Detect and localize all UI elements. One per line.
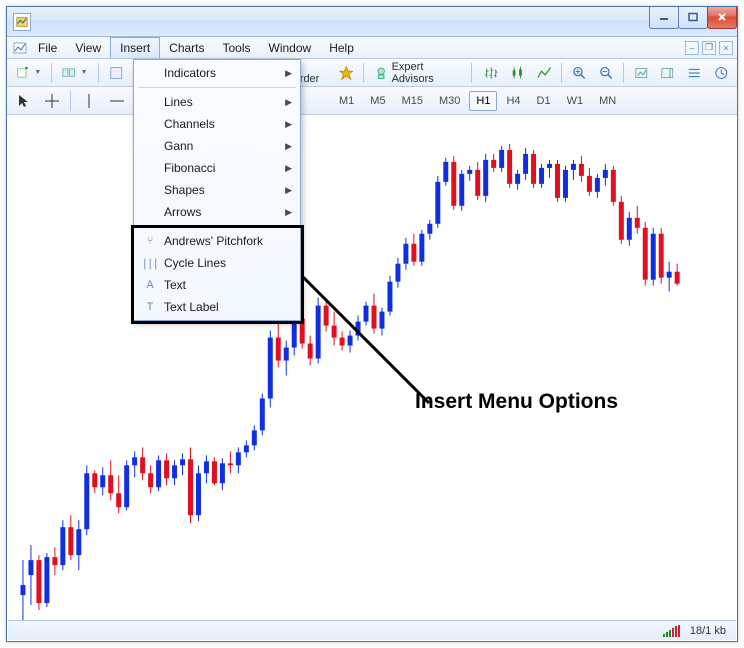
child-restore-icon[interactable]: ❐: [702, 41, 716, 55]
submenu-arrow-icon: ▶: [285, 97, 292, 108]
zoom-in-button[interactable]: [567, 62, 592, 84]
child-minimize-icon[interactable]: –: [685, 41, 699, 55]
market-watch-button[interactable]: [104, 62, 129, 84]
child-window-buttons: – ❐ ×: [685, 37, 737, 58]
menu-item-andrews-pitchfork[interactable]: ⑂Andrews' Pitchfork: [136, 230, 298, 252]
new-chart-button[interactable]: ▼: [11, 62, 46, 84]
indicators-list-button[interactable]: [682, 62, 707, 84]
separator: [98, 63, 99, 83]
vertical-line-button[interactable]: [76, 90, 102, 112]
menu-separator: [138, 87, 296, 88]
separator: [471, 63, 472, 83]
profiles-button[interactable]: ▼: [57, 62, 92, 84]
price-chart[interactable]: [8, 116, 736, 620]
timeframe-mn[interactable]: MN: [592, 91, 623, 111]
crosshair-button[interactable]: [39, 90, 65, 112]
menu-item-indicators[interactable]: Indicators▶: [136, 62, 298, 84]
annotation-text: Insert Menu Options: [415, 390, 618, 414]
timeframe-w1[interactable]: W1: [560, 91, 591, 111]
app-window: File View Insert Charts Tools Window Hel…: [6, 6, 738, 642]
submenu-arrow-icon: ▶: [285, 185, 292, 196]
menubar: File View Insert Charts Tools Window Hel…: [7, 37, 737, 59]
horizontal-line-button[interactable]: [104, 90, 130, 112]
menu-window[interactable]: Window: [260, 37, 321, 58]
submenu-arrow-icon: ▶: [285, 68, 292, 79]
timeframe-m30[interactable]: M30: [432, 91, 467, 111]
menu-item-shapes[interactable]: Shapes▶: [136, 179, 298, 201]
menu-item-gann[interactable]: Gann▶: [136, 135, 298, 157]
connection-bars-icon: [663, 625, 680, 637]
menu-insert[interactable]: Insert: [110, 37, 160, 58]
menu-item-text[interactable]: AText: [136, 274, 298, 296]
timeframe-h4[interactable]: H4: [499, 91, 527, 111]
minimize-button[interactable]: [649, 7, 679, 29]
separator: [51, 63, 52, 83]
menu-item-text-label[interactable]: TText Label: [136, 296, 298, 318]
insert-menu-dropdown: Indicators▶ Lines▶ Channels▶ Gann▶ Fibon…: [133, 59, 301, 321]
text-label-icon: T: [142, 301, 158, 313]
menu-file[interactable]: File: [29, 37, 66, 58]
timeframe-m1[interactable]: M1: [332, 91, 361, 111]
toolbar-objects: M1 M5 M15 M30 H1 H4 D1 W1 MN: [7, 87, 737, 115]
child-close-icon[interactable]: ×: [719, 41, 733, 55]
text-icon: A: [142, 279, 158, 291]
separator: [623, 63, 624, 83]
timeframe-m15[interactable]: M15: [395, 91, 430, 111]
cycle-lines-icon: ∣∣∣: [142, 257, 158, 270]
submenu-arrow-icon: ▶: [285, 163, 292, 174]
chart-shift-button[interactable]: [655, 62, 680, 84]
bar-chart-button[interactable]: [479, 62, 504, 84]
zoom-out-button[interactable]: [594, 62, 619, 84]
separator: [363, 63, 364, 83]
submenu-arrow-icon: ▶: [285, 207, 292, 218]
connection-rate: 18/1 kb: [690, 625, 726, 637]
expert-advisors-label: Expert Advisors: [392, 61, 461, 85]
menu-item-arrows[interactable]: Arrows▶: [136, 201, 298, 223]
statusbar: 18/1 kb: [8, 620, 736, 640]
separator: [70, 91, 71, 111]
line-chart-button[interactable]: [532, 62, 557, 84]
candlestick-button[interactable]: [505, 62, 530, 84]
toolbar-main: ▼ ▼ w Order Expert Advisors: [7, 59, 737, 87]
periodicity-button[interactable]: [709, 62, 734, 84]
maximize-button[interactable]: [678, 7, 708, 29]
titlebar: [7, 7, 737, 37]
menu-separator: [138, 226, 296, 227]
close-button[interactable]: [707, 7, 737, 29]
menu-help[interactable]: Help: [320, 37, 363, 58]
chart-doc-icon: [11, 37, 29, 58]
cursor-button[interactable]: [11, 90, 37, 112]
menu-tools[interactable]: Tools: [214, 37, 260, 58]
menu-item-lines[interactable]: Lines▶: [136, 91, 298, 113]
menu-charts[interactable]: Charts: [160, 37, 213, 58]
expert-advisors-button[interactable]: Expert Advisors: [369, 62, 466, 84]
window-buttons: [650, 7, 737, 29]
timeframe-h1[interactable]: H1: [469, 91, 497, 111]
pitchfork-icon: ⑂: [142, 235, 158, 247]
menu-item-fibonacci[interactable]: Fibonacci▶: [136, 157, 298, 179]
timeframe-m5[interactable]: M5: [363, 91, 392, 111]
submenu-arrow-icon: ▶: [285, 119, 292, 130]
menu-item-cycle-lines[interactable]: ∣∣∣Cycle Lines: [136, 252, 298, 274]
menu-item-channels[interactable]: Channels▶: [136, 113, 298, 135]
autotrading-button[interactable]: [334, 62, 359, 84]
separator: [561, 63, 562, 83]
timeframe-d1[interactable]: D1: [530, 91, 558, 111]
menu-view[interactable]: View: [66, 37, 110, 58]
app-icon: [13, 13, 31, 31]
auto-scroll-button[interactable]: [629, 62, 654, 84]
submenu-arrow-icon: ▶: [285, 141, 292, 152]
